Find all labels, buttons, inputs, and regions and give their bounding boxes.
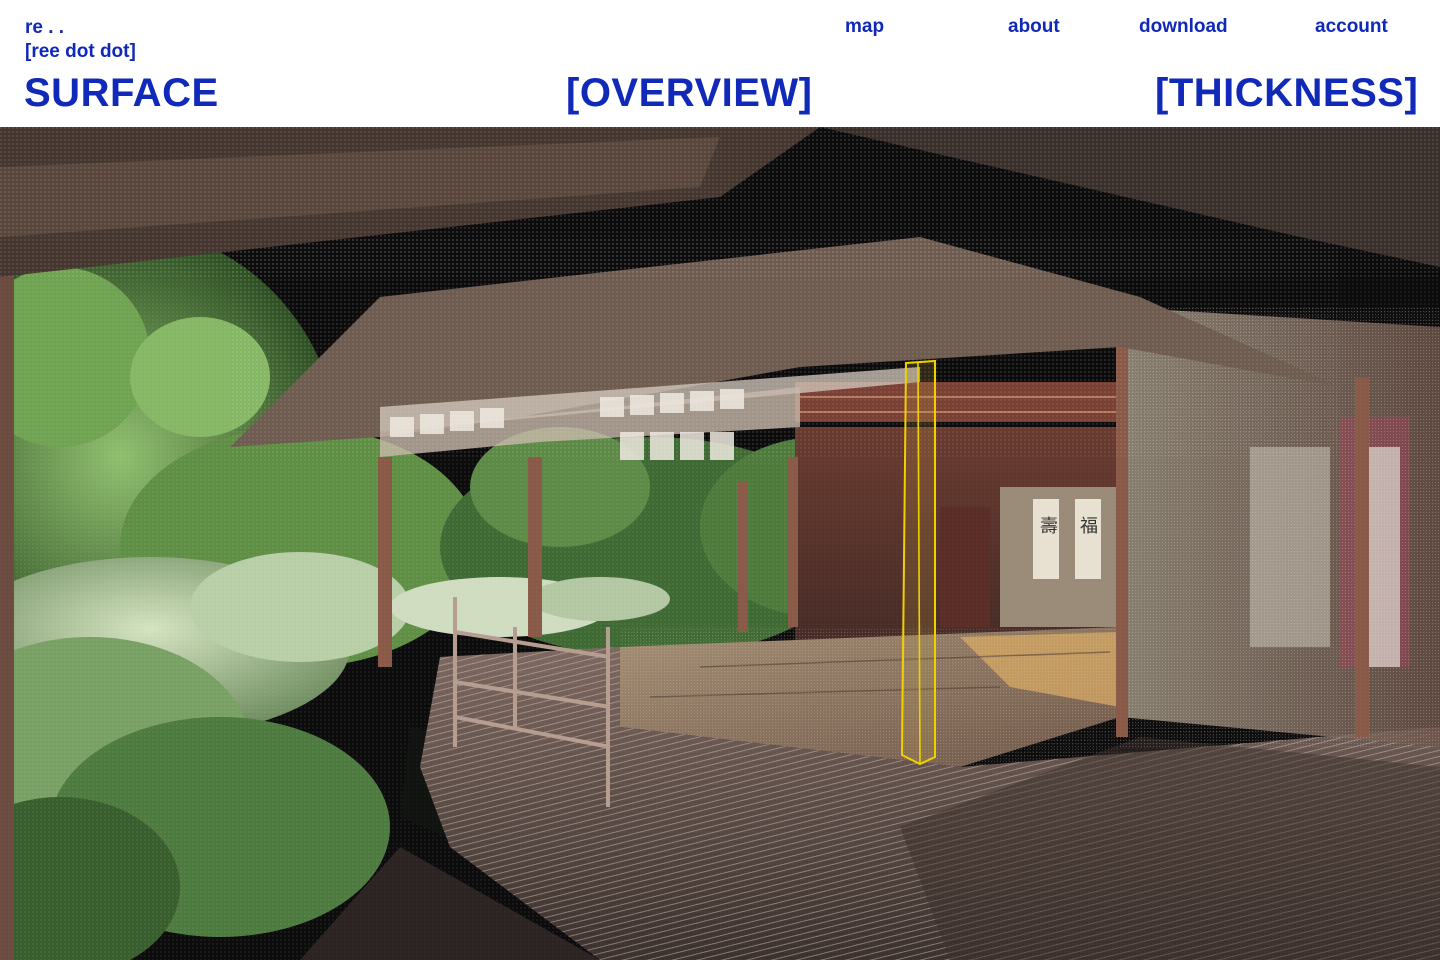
logo-wordmark: re . . (25, 17, 65, 38)
selected-pillar-outline[interactable] (900, 359, 936, 766)
nav-about-link[interactable]: about (1008, 15, 1060, 39)
logo-pronunciation: [ree dot dot] (25, 41, 136, 62)
nav-account-link[interactable]: account (1315, 15, 1388, 39)
nav-map-link[interactable]: map (845, 15, 884, 39)
point-cloud-render: 壽 福 (0, 127, 1440, 960)
site-header: re . . [ree dot dot] map about download … (0, 0, 1440, 127)
site-logo[interactable]: re . . [ree dot dot] (25, 16, 136, 64)
mode-thickness-tab[interactable]: [THICKNESS] (1155, 70, 1418, 116)
nav-download-link[interactable]: download (1139, 15, 1228, 39)
mode-overview-tab[interactable]: [OVERVIEW] (566, 70, 813, 116)
point-cloud-viewer[interactable]: 壽 福 (0, 127, 1440, 960)
mode-surface-tab[interactable]: SURFACE (24, 70, 219, 116)
